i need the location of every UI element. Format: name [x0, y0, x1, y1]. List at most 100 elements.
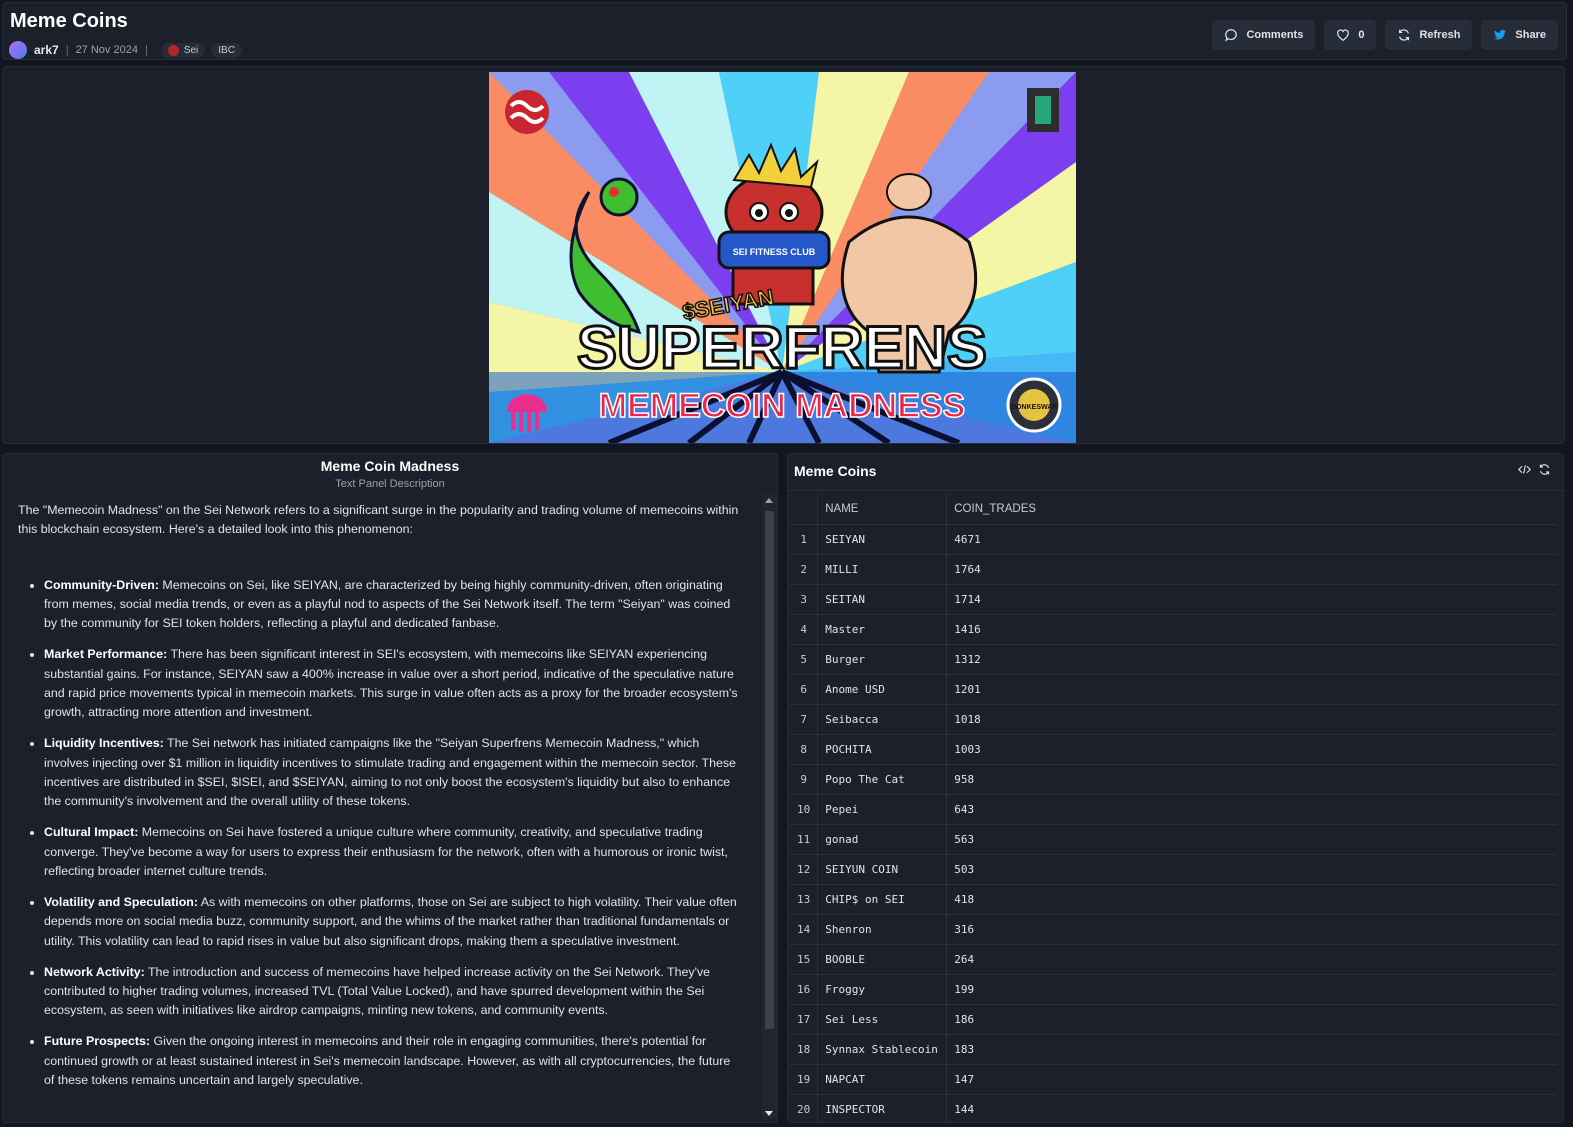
coin-trades-cell: 418	[946, 884, 1557, 915]
author-link[interactable]: ark7	[34, 43, 59, 57]
coin-trades-cell: 1764	[946, 554, 1557, 585]
row-index: 7	[790, 704, 819, 735]
coin-trades-cell: 4671	[946, 524, 1557, 555]
divider: |	[144, 44, 148, 56]
table-row: 19 NAPCAT 147	[790, 1064, 1557, 1095]
code-icon[interactable]	[1518, 463, 1531, 476]
comments-label: Comments	[1246, 29, 1304, 41]
comments-button[interactable]: Comments	[1212, 20, 1316, 50]
scroll-up-arrow-icon[interactable]	[765, 498, 773, 503]
intro-paragraph: The "Memecoin Madness" on the Sei Networ…	[18, 503, 739, 537]
meme-coins-table: NAME COIN_TRADES 1 SEIYAN 4671 2 MILLI 1764 3 S…	[790, 494, 1557, 1122]
row-index: 4	[790, 614, 819, 645]
column-header-coin-trades[interactable]: COIN_TRADES	[946, 494, 1557, 525]
divider	[788, 490, 1563, 491]
table-row: 10 Pepei 643	[790, 794, 1557, 825]
list-item: Liquidity Incentives: The Sei network ha…	[44, 734, 743, 811]
text-panel: Meme Coin Madness Text Panel Description…	[2, 453, 778, 1123]
banner-artwork: SEI FITNESS CLUB $SEIYAN SUPERFRENS MEME…	[489, 72, 1076, 443]
item-heading: Cultural Impact:	[44, 825, 139, 840]
item-heading: Future Prospects:	[44, 1034, 151, 1049]
coin-trades-cell: 1416	[946, 614, 1557, 645]
coin-name-cell: Synnax Stablecoin	[817, 1034, 948, 1065]
dashboard-header: Meme Coins ark7 | 27 Nov 2024 | Sei IBC …	[2, 2, 1567, 60]
coin-trades-cell: 503	[946, 854, 1557, 885]
coin-name-cell: BOOBLE	[817, 944, 948, 975]
item-heading: Community-Driven:	[44, 577, 159, 592]
coin-trades-cell: 264	[946, 944, 1557, 975]
item-heading: Network Activity:	[44, 964, 145, 979]
coin-trades-cell: 643	[946, 794, 1557, 825]
like-button[interactable]: 0	[1324, 20, 1377, 50]
list-item: Network Activity: The introduction and s…	[44, 963, 743, 1021]
table-row: 4 Master 1416	[790, 614, 1557, 645]
coin-trades-cell: 199	[946, 974, 1557, 1005]
row-index: 20	[790, 1094, 819, 1122]
row-index: 19	[790, 1064, 819, 1095]
refresh-icon[interactable]	[1538, 463, 1551, 476]
date-label: 27 Nov 2024	[75, 44, 138, 56]
share-label: Share	[1515, 29, 1546, 41]
coin-name-cell: INSPECTOR	[817, 1094, 948, 1122]
table-row: 7 Seibacca 1018	[790, 704, 1557, 735]
row-index: 8	[790, 734, 819, 765]
column-header-name[interactable]: NAME	[817, 494, 948, 525]
item-heading: Market Performance:	[44, 647, 168, 662]
sei-logo-icon	[167, 44, 179, 56]
badge-text: DONKESWAP	[1011, 404, 1057, 411]
list-item: Market Performance: There has been signi…	[44, 645, 743, 722]
tag-ibc[interactable]: IBC	[211, 42, 242, 58]
refresh-label: Refresh	[1419, 29, 1461, 41]
table-row: 6 Anome USD 1201	[790, 674, 1557, 705]
coin-name-cell: Shenron	[817, 914, 948, 945]
avatar[interactable]	[9, 41, 27, 59]
scroll-down-arrow-icon[interactable]	[765, 1111, 773, 1116]
table-row: 8 POCHITA 1003	[790, 734, 1557, 765]
table-row: 20 INSPECTOR 144	[790, 1094, 1557, 1122]
refresh-icon	[1399, 29, 1410, 41]
row-index: 1	[790, 524, 819, 555]
table-row: 1 SEIYAN 4671	[790, 524, 1557, 555]
table-row: 16 Froggy 199	[790, 974, 1557, 1005]
table-row: 17 Sei Less 186	[790, 1004, 1557, 1035]
tag-label: Sei	[183, 44, 199, 56]
divider: |	[65, 44, 69, 56]
coin-name-cell: Seibacca	[817, 704, 948, 735]
text-panel-scrollbar[interactable]	[762, 494, 777, 1119]
share-button[interactable]: Share	[1481, 20, 1558, 50]
meta-row: ark7 | 27 Nov 2024 | Sei IBC	[9, 41, 242, 59]
row-index: 5	[790, 644, 819, 675]
coin-name-cell: Master	[817, 614, 948, 645]
coin-trades-cell: 1201	[946, 674, 1557, 705]
row-index: 9	[790, 764, 819, 795]
superfrens-banner-image: SEI FITNESS CLUB $SEIYAN SUPERFRENS MEME…	[489, 72, 1076, 443]
table-row: 14 Shenron 316	[790, 914, 1557, 945]
page-title: Meme Coins	[10, 10, 128, 32]
coin-name-cell: MILLI	[817, 554, 948, 585]
row-index: 2	[790, 554, 819, 585]
coin-name-cell: CHIP$ on SEI	[817, 884, 948, 915]
coin-name-cell: POCHITA	[817, 734, 948, 765]
coin-name-cell: Pepei	[817, 794, 948, 825]
coin-trades-cell: 316	[946, 914, 1557, 945]
row-index: 13	[790, 884, 819, 915]
row-index: 6	[790, 674, 819, 705]
tag-sei[interactable]: Sei	[160, 42, 206, 58]
table-panel: Meme Coins NAME COIN_TRADES 1 SEIYAN 4671 2…	[787, 453, 1564, 1123]
table-row: 12 SEIYUN COIN 503	[790, 854, 1557, 885]
refresh-button[interactable]: Refresh	[1385, 20, 1473, 50]
bullet-list: Community-Driven: Memecoins on Sei, like…	[18, 576, 743, 1091]
coin-name-cell: SEITAN	[817, 584, 948, 615]
row-index: 10	[790, 794, 819, 825]
row-index: 3	[790, 584, 819, 615]
table-row: 3 SEITAN 1714	[790, 584, 1557, 615]
table-row: 9 Popo The Cat 958	[790, 764, 1557, 795]
coin-name-cell: Burger	[817, 644, 948, 675]
like-count: 0	[1358, 29, 1365, 41]
coin-trades-cell: 1714	[946, 584, 1557, 615]
list-item: Community-Driven: Memecoins on Sei, like…	[44, 576, 743, 634]
banner-subtitle: MEMECOIN MADNESS	[599, 387, 965, 425]
scroll-thumb[interactable]	[765, 511, 774, 1029]
text-panel-title: Meme Coin Madness	[320, 458, 460, 474]
index-header	[790, 494, 819, 525]
